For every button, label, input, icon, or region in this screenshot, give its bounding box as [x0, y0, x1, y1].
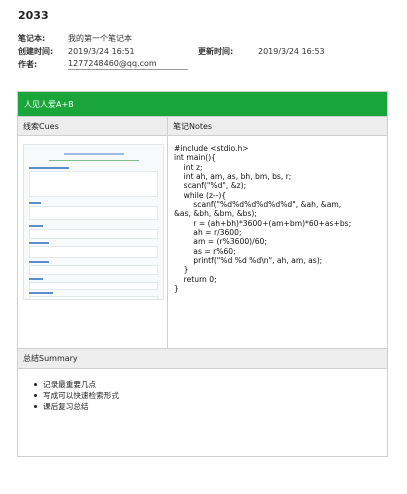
code-line: return 0; — [174, 274, 217, 284]
thumbnail-text-block — [29, 171, 158, 197]
code-line: scanf("%d", &z); — [174, 181, 247, 191]
summary-item: 写成可以快速检索形式 — [34, 390, 119, 401]
code-line: #include <stdio.h> — [174, 144, 249, 153]
code-line: scanf("%d%d%d%d%d%d", &ah, &am, — [174, 200, 342, 210]
author-value: 1277248460@qq.com — [68, 59, 188, 70]
code-line: as = r%60; — [174, 246, 236, 256]
notebook-value: 我的第一个笔记本 — [68, 34, 132, 43]
created-value: 2019/3/24 16:51 — [68, 47, 135, 56]
thumbnail-text-block — [29, 229, 158, 239]
code-line: int main(){ — [174, 153, 217, 163]
page-title: 2033 — [18, 9, 49, 22]
updated-value: 2019/3/24 16:53 — [258, 47, 325, 56]
thumbnail-title-stroke — [64, 153, 124, 155]
summary-item: 记录最重要几点 — [34, 379, 119, 390]
code-line: printf("%d %d %d\n", ah, am, as); — [174, 256, 323, 266]
updated-label: 更新时间: — [198, 47, 234, 56]
code-line: int z; — [174, 162, 203, 172]
summary-item-text: 课后复习总结 — [43, 402, 89, 411]
summary-list: 记录最重要几点写成可以快速检索形式 课后复习总结 — [34, 379, 119, 412]
thumbnail-text-block — [29, 296, 158, 299]
notes-header: 笔记Notes — [173, 121, 213, 131]
problem-screenshot-thumbnail[interactable] — [23, 144, 164, 300]
bullet-icon — [34, 394, 37, 397]
cues-column — [18, 136, 168, 348]
code-block: #include <stdio.h> int main(){ int z; int… — [174, 144, 387, 294]
thumbnail-text-block — [29, 206, 158, 220]
cornell-note-table: 人见人爱A+B 线索Cues 笔记Notes #include <stdio.h… — [17, 91, 388, 457]
column-header-row: 线索Cues 笔记Notes — [18, 116, 387, 136]
summary-item: 课后复习总结 — [34, 401, 119, 412]
bullet-icon — [34, 405, 37, 408]
notes-column: #include <stdio.h> int main(){ int z; int… — [168, 136, 387, 348]
thumbnail-section-heading — [29, 202, 41, 204]
code-line: r = (ah+bh)*3600+(am+bm)*60+as+bs; — [174, 218, 352, 228]
summary-header: 总结Summary — [18, 348, 387, 369]
thumbnail-section-heading — [29, 225, 43, 227]
thumbnail-section-heading — [29, 261, 49, 263]
thumbnail-section-heading — [29, 167, 69, 169]
notebook-label: 笔记本: — [18, 34, 46, 43]
cues-header: 线索Cues — [18, 117, 168, 135]
code-line: while (z--){ — [174, 190, 227, 200]
bullet-icon — [34, 383, 37, 386]
thumbnail-section-heading — [29, 242, 49, 244]
thumbnail-subtitle-stroke — [49, 160, 139, 161]
thumbnail-section-heading — [29, 292, 53, 294]
note-metadata: 笔记本: 我的第一个笔记本 创建时间: 2019/3/24 16:51 更新时间… — [18, 32, 388, 71]
meta-row-notebook: 笔记本: 我的第一个笔记本 — [18, 32, 388, 45]
author-label: 作者: — [18, 60, 38, 69]
topic-bar: 人见人爱A+B — [18, 92, 387, 116]
thumbnail-text-block — [29, 265, 158, 275]
code-line: } — [174, 265, 189, 275]
code-line: } — [174, 284, 179, 294]
summary-item-text: 记录最重要几点 — [43, 380, 97, 389]
code-line: ah = r/3600; — [174, 228, 242, 238]
meta-row-dates: 创建时间: 2019/3/24 16:51 更新时间: 2019/3/24 16… — [18, 45, 388, 58]
code-line: &as, &bh, &bm, &bs); — [174, 209, 257, 219]
thumbnail-text-block — [29, 282, 158, 290]
created-label: 创建时间: — [18, 47, 54, 56]
meta-row-author: 作者: 1277248460@qq.com — [18, 58, 388, 71]
thumbnail-section-heading — [29, 278, 43, 280]
code-line: int ah, am, as, bh, bm, bs, r; — [174, 172, 292, 182]
thumbnail-text-block — [29, 246, 158, 258]
code-line: am = (r%3600)/60; — [174, 237, 267, 247]
summary-item-text: 写成可以快速检索形式 — [43, 391, 119, 400]
topic-title: 人见人爱A+B — [24, 99, 74, 109]
